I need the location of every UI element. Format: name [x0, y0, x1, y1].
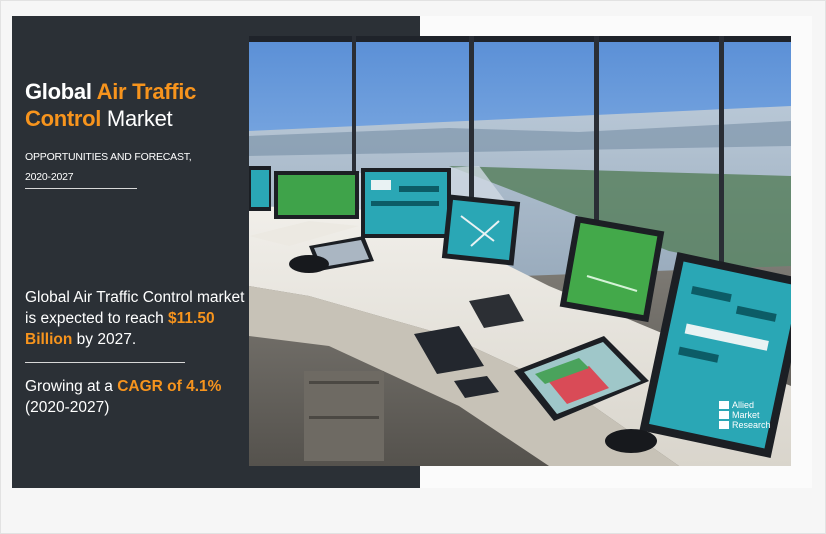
infographic-card: Global Air Traffic Control Market OPPORT… — [12, 16, 812, 488]
subtitle-line-2: 2020-2027 — [25, 171, 74, 183]
headline-suffix: Market — [101, 106, 173, 131]
page-frame: Global Air Traffic Control Market OPPORT… — [0, 0, 826, 534]
allied-market-research-logo: Allied Market Research — [719, 400, 789, 432]
subtitle: OPPORTUNITIES AND FORECAST, 2020-2027 — [25, 147, 245, 187]
divider — [25, 188, 137, 189]
market-size-statement: Global Air Traffic Control market is exp… — [25, 287, 255, 350]
market-size-tail: by 2027. — [72, 331, 137, 348]
headline: Global Air Traffic Control Market — [25, 78, 245, 132]
growth-period: (2020-2027) — [25, 399, 110, 416]
headline-prefix: Global — [25, 79, 97, 104]
growth-statement: Growing at a CAGR of 4.1% (2020-2027) — [25, 376, 255, 418]
cagr-value: CAGR of 4.1% — [117, 378, 222, 395]
logo-text-line-2: Market — [732, 410, 760, 420]
logo-text-line-3: Research — [732, 420, 771, 430]
subtitle-line-1: OPPORTUNITIES AND FORECAST, — [25, 151, 192, 163]
logo-text-line-1: Allied — [732, 400, 755, 410]
control-room-photo: Allied Market Research — [249, 36, 791, 466]
growth-prefix: Growing at a — [25, 378, 118, 395]
divider — [25, 362, 185, 363]
